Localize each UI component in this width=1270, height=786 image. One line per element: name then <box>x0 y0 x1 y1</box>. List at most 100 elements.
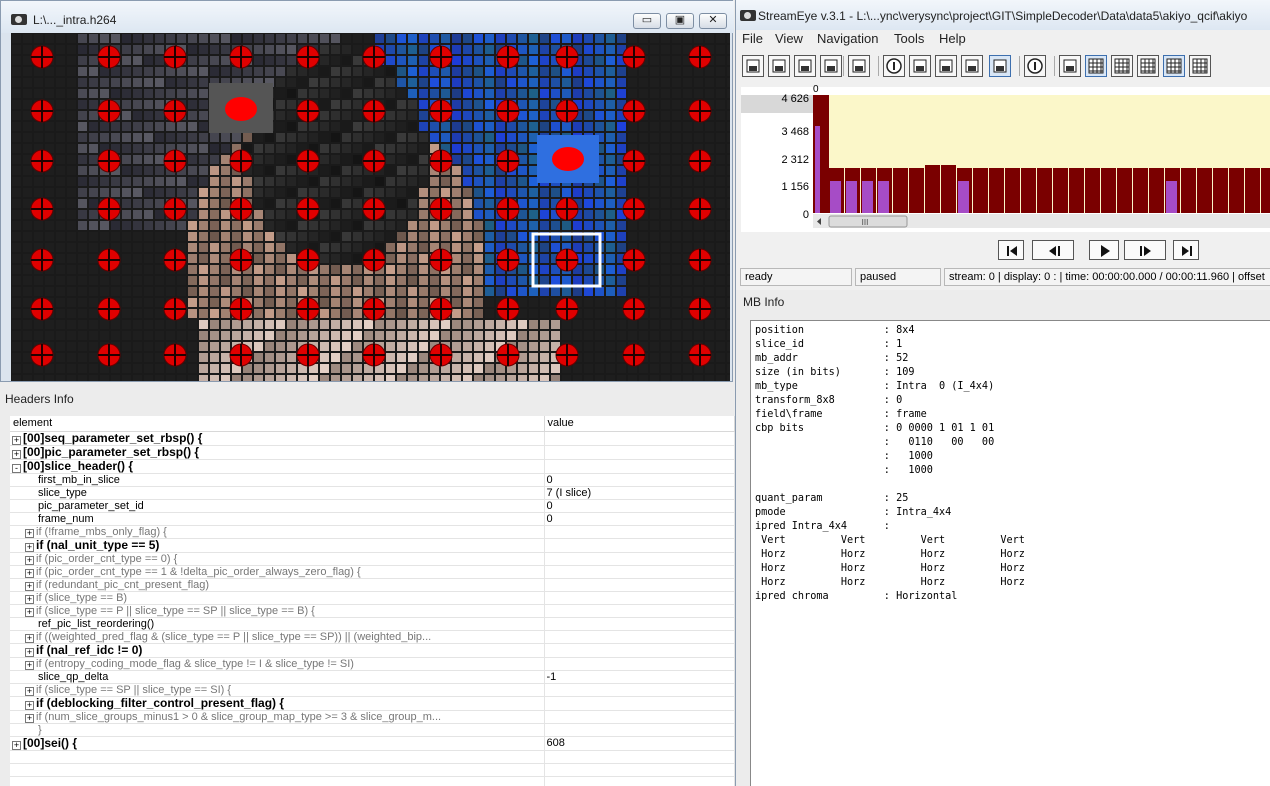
info-icon[interactable] <box>1024 55 1046 77</box>
frame-bar[interactable] <box>1261 168 1270 213</box>
frame-bar[interactable] <box>1213 168 1228 213</box>
expand-icon[interactable]: + <box>12 740 21 749</box>
header-row[interactable]: + if (pic_order_cnt_type == 0) { <box>10 552 735 566</box>
frame-bar[interactable] <box>925 165 940 213</box>
header-row[interactable]: + if (slice_type == SP || slice_type == S… <box>10 683 735 697</box>
menu-help[interactable]: Help <box>939 31 966 46</box>
macroblock-grid-icon[interactable] <box>1137 55 1159 77</box>
expand-icon[interactable]: + <box>25 528 34 537</box>
expand-icon[interactable]: + <box>25 633 34 642</box>
macroblock-overlay-view[interactable] <box>11 33 730 381</box>
header-row[interactable]: + if (num_slice_groups_minus1 > 0 & slice… <box>10 710 735 724</box>
header-row[interactable]: + if ((weighted_pred_flag & (slice_type =… <box>10 630 735 644</box>
bitrate-graph-canvas[interactable]: 4 6263 4682 3121 15600III <box>741 82 1270 232</box>
macroblock-partition-icon[interactable] <box>1163 55 1185 77</box>
frame-bar[interactable] <box>1245 168 1260 213</box>
expand-icon[interactable]: + <box>25 700 34 709</box>
frame-bar[interactable] <box>1037 168 1052 213</box>
header-row[interactable]: - [00]slice_header() { <box>10 459 735 474</box>
header-row[interactable]: pic_parameter_set_id 0 <box>10 499 735 513</box>
frame-bar[interactable] <box>1053 168 1068 213</box>
video-frame[interactable] <box>11 33 730 381</box>
i-frame-bar[interactable] <box>958 181 969 213</box>
filter-icon[interactable] <box>883 55 905 77</box>
header-row[interactable]: + if (nal_unit_type == 5) <box>10 538 735 553</box>
header-row[interactable]: + [00]sei() {608 <box>10 736 735 751</box>
header-row[interactable]: slice_type 7 (I slice) <box>10 486 735 500</box>
prev-frame-icon[interactable] <box>1032 240 1074 260</box>
frame-bar[interactable] <box>1005 168 1020 213</box>
play-icon[interactable] <box>1089 240 1119 260</box>
frame-bar[interactable] <box>893 168 908 213</box>
expand-icon[interactable]: + <box>25 542 34 551</box>
i-frame-bar[interactable] <box>1166 181 1177 213</box>
collapse-icon[interactable]: - <box>12 463 21 472</box>
frame-bar[interactable] <box>1069 168 1084 213</box>
split-view-icon[interactable] <box>935 55 957 77</box>
header-row[interactable]: + if (redundant_pic_cnt_present_flag) <box>10 578 735 592</box>
i-frame-bar[interactable] <box>830 181 841 213</box>
frame-bar[interactable] <box>1101 168 1116 213</box>
picture-icon[interactable] <box>1059 55 1081 77</box>
expand-icon[interactable]: + <box>25 647 34 656</box>
header-row[interactable]: + [00]seq_parameter_set_rbsp() { <box>10 431 735 446</box>
close-file-icon[interactable] <box>848 55 870 77</box>
header-row[interactable]: + if (slice_type == B) <box>10 591 735 605</box>
header-row[interactable]: + if (pic_order_cnt_type == 1 & !delta_pi… <box>10 565 735 579</box>
header-row[interactable]: + if (slice_type == P || slice_type == SP… <box>10 604 735 618</box>
frame-bar[interactable] <box>1133 168 1148 213</box>
last-frame-icon[interactable] <box>1173 240 1199 260</box>
frame-bar[interactable] <box>1085 168 1100 213</box>
reload-icon[interactable] <box>768 55 790 77</box>
frame-bar[interactable] <box>989 168 1004 213</box>
header-row[interactable]: first_mb_in_slice 0 <box>10 473 735 487</box>
expand-icon[interactable]: + <box>25 581 34 590</box>
chart-icon[interactable] <box>961 55 983 77</box>
column-header-element[interactable]: element <box>10 416 545 432</box>
frame-bar[interactable] <box>1229 168 1244 213</box>
export-icon[interactable] <box>820 55 842 77</box>
frame-bar[interactable] <box>1117 168 1132 213</box>
header-row[interactable]: + if (deblocking_filter_control_present_f… <box>10 696 735 711</box>
expand-icon[interactable]: + <box>25 686 34 695</box>
expand-icon[interactable]: + <box>25 713 34 722</box>
i-frame-bar[interactable] <box>862 181 873 213</box>
menu-view[interactable]: View <box>775 31 803 46</box>
expand-icon[interactable]: + <box>25 660 34 669</box>
header-row[interactable]: + if (nal_ref_idc != 0) <box>10 643 735 658</box>
expand-icon[interactable]: + <box>25 568 34 577</box>
header-row[interactable]: + [00]pic_parameter_set_rbsp() { <box>10 445 735 460</box>
expand-icon[interactable]: + <box>25 555 34 564</box>
close-button[interactable]: ✕ <box>699 13 727 29</box>
column-header-value[interactable]: value <box>544 416 735 432</box>
macroblock-type-icon[interactable] <box>1189 55 1211 77</box>
minimize-button[interactable]: ▭ <box>633 13 661 29</box>
i-frame-bar[interactable] <box>815 126 820 213</box>
video-window-titlebar[interactable]: L:\..._intra.h264 ▭ ▣ ✕ <box>1 1 734 33</box>
header-row[interactable]: slice_qp_delta -1 <box>10 670 735 684</box>
i-frame-bar[interactable] <box>878 181 889 213</box>
menu-file[interactable]: File <box>742 31 763 46</box>
header-row[interactable]: + if (entropy_coding_mode_flag & slice_ty… <box>10 657 735 671</box>
grid-icon[interactable] <box>1085 55 1107 77</box>
menu-navigation[interactable]: Navigation <box>817 31 878 46</box>
menu-tools[interactable]: Tools <box>894 31 924 46</box>
expand-icon[interactable]: + <box>12 449 21 458</box>
open-icon[interactable] <box>742 55 764 77</box>
header-row[interactable]: + if (!frame_mbs_only_flag) { <box>10 525 735 539</box>
frame-bar[interactable] <box>1149 168 1164 213</box>
folder-icon[interactable] <box>989 55 1011 77</box>
next-frame-icon[interactable] <box>1124 240 1166 260</box>
header-row[interactable]: frame_num 0 <box>10 512 735 526</box>
expand-icon[interactable]: + <box>12 435 21 444</box>
maximize-button[interactable]: ▣ <box>666 13 694 29</box>
expand-icon[interactable]: + <box>25 607 34 616</box>
bitrate-graph[interactable]: 4 626 3 468 2 312 1 156 0 0 III <box>741 82 1270 232</box>
grid-arrow-icon[interactable] <box>1111 55 1133 77</box>
frame-view-icon[interactable] <box>909 55 931 77</box>
header-row[interactable]: ref_pic_list_reordering() <box>10 617 735 631</box>
frame-bar[interactable] <box>1197 168 1212 213</box>
frame-bar[interactable] <box>941 165 956 213</box>
save-icon[interactable] <box>794 55 816 77</box>
i-frame-bar[interactable] <box>846 181 857 213</box>
